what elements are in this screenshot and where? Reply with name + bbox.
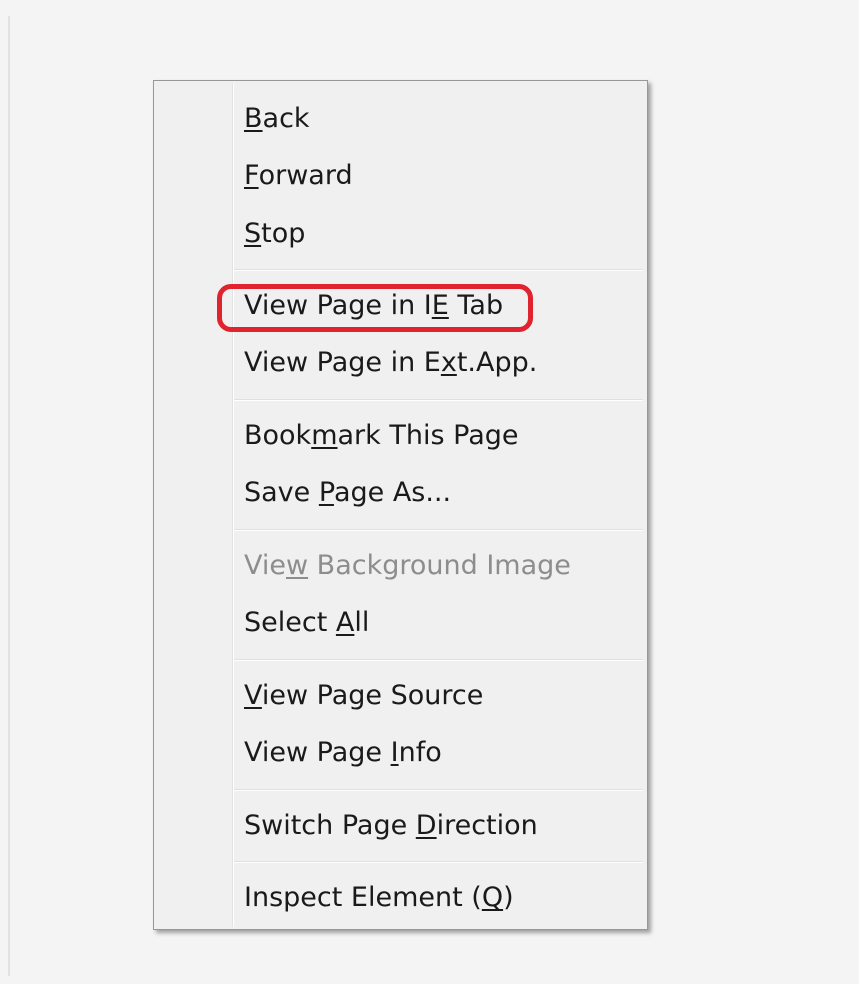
menu-item-select-all[interactable]: Select All xyxy=(244,603,369,643)
access-key: S xyxy=(244,218,262,249)
menu-item-label: irection xyxy=(436,810,538,841)
menu-item-label: ) xyxy=(503,882,514,913)
menu-separator xyxy=(234,529,643,531)
gutter-divider xyxy=(232,83,234,927)
menu-item-back[interactable]: Back xyxy=(244,99,310,139)
menu-separator xyxy=(234,659,643,661)
context-menu: Back Forward Stop View Page in IE Tab Vi… xyxy=(153,80,648,930)
access-key: x xyxy=(440,347,457,378)
menu-item-forward[interactable]: Forward xyxy=(244,156,353,196)
menu-item-label: top xyxy=(261,218,306,249)
menu-item-view-page-source[interactable]: View Page Source xyxy=(244,676,483,716)
menu-item-label: ack xyxy=(262,103,310,134)
menu-item-label: nfo xyxy=(398,737,442,768)
access-key: V xyxy=(244,680,262,711)
menu-item-label: Select xyxy=(244,607,336,638)
menu-item-label: Book xyxy=(244,420,312,451)
menu-separator xyxy=(234,399,643,401)
menu-item-label: age As... xyxy=(333,477,452,508)
menu-item-label: Inspect Element ( xyxy=(244,882,482,913)
menu-item-label: View Page in E xyxy=(244,347,441,378)
access-key: B xyxy=(244,103,263,134)
access-key: P xyxy=(318,477,334,508)
menu-item-label: Save xyxy=(244,477,319,508)
menu-item-view-page-in-ext-app[interactable]: View Page in Ext.App. xyxy=(244,343,537,383)
menu-item-bookmark-this-page[interactable]: Bookmark This Page xyxy=(244,416,519,456)
menu-separator xyxy=(234,789,643,791)
menu-separator xyxy=(234,861,643,863)
menu-item-label: ll xyxy=(354,607,370,638)
menu-item-label: orward xyxy=(258,160,353,191)
menu-item-stop[interactable]: Stop xyxy=(244,214,305,254)
access-key: w xyxy=(286,550,309,581)
menu-separator xyxy=(234,269,643,271)
menu-item-inspect-element[interactable]: Inspect Element (Q) xyxy=(244,878,514,918)
highlight-annotation xyxy=(217,284,533,332)
page: Back Forward Stop View Page in IE Tab Vi… xyxy=(0,0,859,984)
access-key: I xyxy=(390,737,399,768)
menu-item-label: t.App. xyxy=(456,347,538,378)
menu-item-label: Switch Page xyxy=(244,810,416,841)
access-key: Q xyxy=(481,882,504,913)
menu-item-label: View Page xyxy=(244,737,391,768)
frame-border xyxy=(8,16,10,976)
menu-item-label: Background Image xyxy=(308,550,571,581)
menu-item-save-page-as[interactable]: Save Page As... xyxy=(244,473,451,513)
menu-item-label: iew Page Source xyxy=(261,680,484,711)
menu-icon-gutter xyxy=(154,81,232,929)
access-key: D xyxy=(415,810,437,841)
menu-item-switch-page-direction[interactable]: Switch Page Direction xyxy=(244,806,538,846)
menu-item-label: Vie xyxy=(244,550,286,581)
access-key: m xyxy=(311,420,338,451)
access-key: A xyxy=(335,607,355,638)
menu-item-view-page-info[interactable]: View Page Info xyxy=(244,733,442,773)
menu-item-view-background-image: View Background Image xyxy=(244,546,571,586)
menu-item-label: ark This Page xyxy=(337,420,519,451)
access-key: F xyxy=(244,160,259,191)
